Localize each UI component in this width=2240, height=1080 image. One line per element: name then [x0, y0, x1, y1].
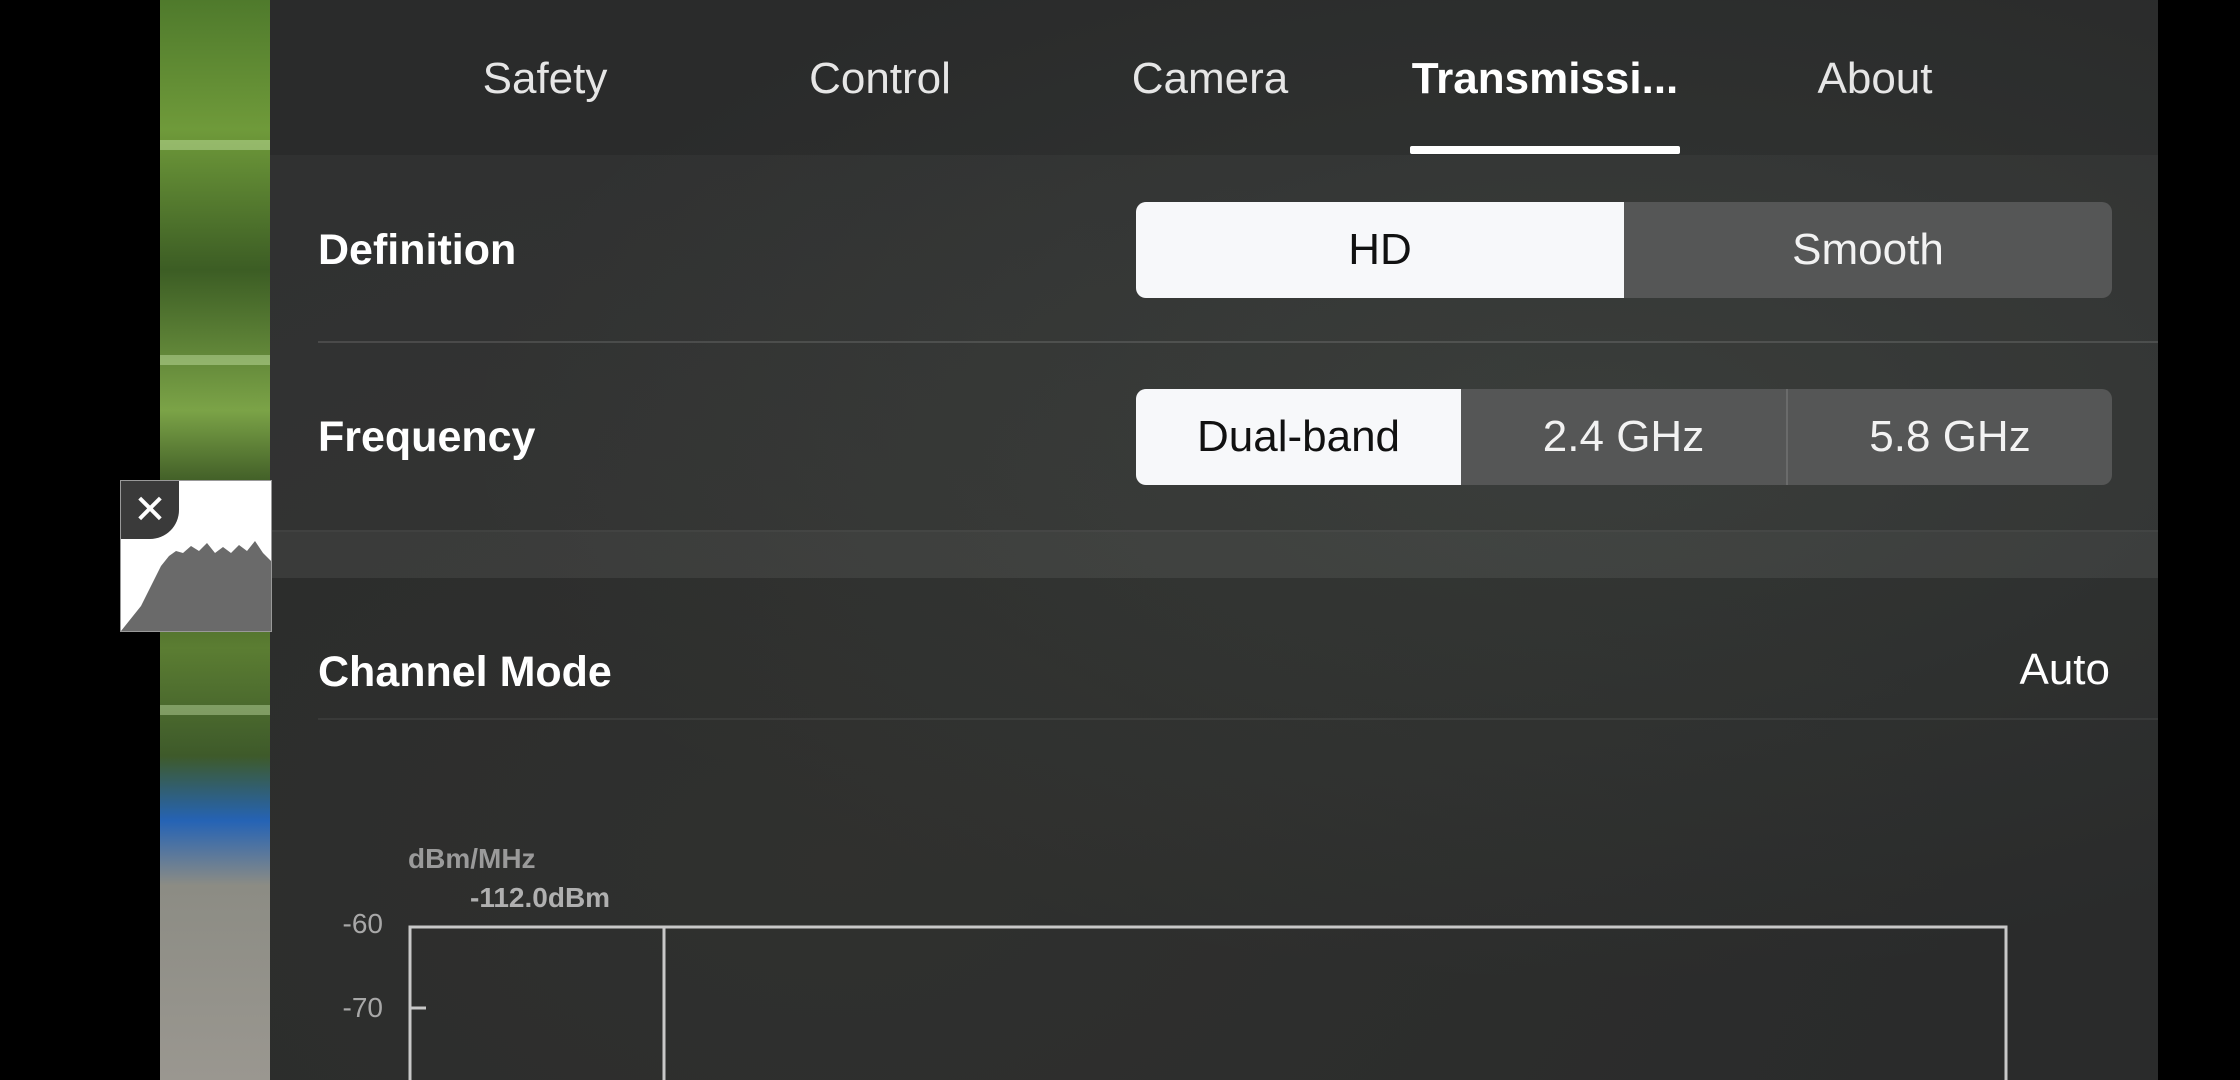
chart-unit-label: dBm/MHz — [408, 843, 536, 874]
definition-segmented-control: HD Smooth — [1136, 202, 2112, 298]
row-divider — [318, 718, 2158, 720]
frequency-label: Frequency — [318, 413, 536, 461]
definition-option-hd[interactable]: HD — [1136, 202, 1624, 298]
tab-control[interactable]: Control — [800, 0, 960, 155]
channel-mode-label: Channel Mode — [318, 648, 612, 696]
active-tab-indicator — [1410, 146, 1680, 154]
transmission-settings-panel: Safety Control Camera Transmissi... Abou… — [270, 0, 2158, 1080]
spectrum-chart — [408, 925, 2008, 1080]
feed-detail — [160, 355, 270, 365]
definition-option-smooth[interactable]: Smooth — [1624, 202, 2112, 298]
frequency-option-2-4ghz[interactable]: 2.4 GHz — [1461, 389, 1786, 485]
tab-about[interactable]: About — [1800, 0, 1950, 155]
settings-tabs: Safety Control Camera Transmissi... Abou… — [270, 0, 2158, 155]
histogram-widget: ✕ — [120, 480, 272, 632]
channel-mode-value[interactable]: Auto — [2019, 645, 2110, 695]
frequency-option-dual-band[interactable]: Dual-band — [1136, 389, 1461, 485]
frequency-segmented-control: Dual-band 2.4 GHz 5.8 GHz — [1136, 389, 2112, 485]
definition-label: Definition — [318, 226, 517, 274]
chart-frame — [408, 925, 2008, 1080]
tab-transmission[interactable]: Transmissi... — [1410, 0, 1680, 155]
tab-camera[interactable]: Camera — [1125, 0, 1295, 155]
close-icon[interactable]: ✕ — [121, 481, 179, 539]
section-separator — [270, 530, 2158, 578]
feed-detail — [160, 140, 270, 150]
tab-safety[interactable]: Safety — [470, 0, 620, 155]
feed-detail — [160, 705, 270, 715]
row-divider — [318, 341, 2158, 343]
frequency-option-5-8ghz[interactable]: 5.8 GHz — [1786, 389, 2112, 485]
